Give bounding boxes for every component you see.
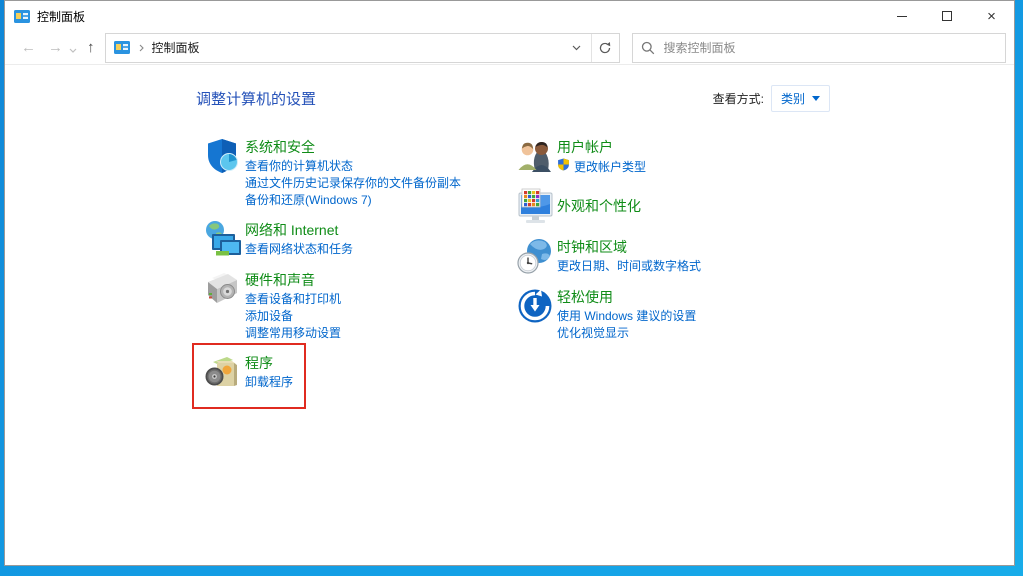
- back-button[interactable]: ←: [15, 39, 42, 56]
- control-panel-icon: [14, 10, 30, 23]
- window-title: 控制面板: [37, 8, 85, 25]
- link-uninstall-program[interactable]: 卸载程序: [245, 374, 293, 391]
- category-title-ease-of-access[interactable]: 轻松使用: [557, 288, 696, 306]
- view-by-value: 类别: [781, 90, 805, 107]
- category-title-hardware-sound[interactable]: 硬件和声音: [245, 271, 341, 289]
- forward-button[interactable]: →: [42, 39, 69, 56]
- category-title-appearance-personalization[interactable]: 外观和个性化: [557, 197, 641, 215]
- category-ease-of-access: 轻松使用 使用 Windows 建议的设置 优化视觉显示: [515, 286, 701, 342]
- clock-region-icon[interactable]: [515, 236, 555, 276]
- category-hardware-sound: 硬件和声音 查看设备和打印机 添加设备 调整常用移动设置: [203, 269, 508, 342]
- search-icon: [641, 41, 655, 55]
- category-appearance-personalization: 外观和个性化: [515, 186, 701, 226]
- programs-icon[interactable]: [203, 352, 243, 392]
- close-button[interactable]: ×: [969, 1, 1014, 31]
- view-by-dropdown[interactable]: 类别: [771, 85, 830, 112]
- category-title-network-internet[interactable]: 网络和 Internet: [245, 221, 353, 239]
- link-optimize-visual-display[interactable]: 优化视觉显示: [557, 325, 696, 342]
- link-backup-restore-win7[interactable]: 备份和还原(Windows 7): [245, 192, 461, 209]
- link-label: 更改帐户类型: [574, 159, 646, 176]
- category-programs: 程序 卸载程序: [203, 352, 508, 392]
- search-input[interactable]: [664, 41, 998, 55]
- view-by-label: 查看方式:: [713, 90, 764, 107]
- minimize-icon: [897, 16, 907, 17]
- address-box[interactable]: 控制面板: [105, 33, 620, 63]
- appearance-personalization-icon[interactable]: [515, 186, 555, 226]
- up-button[interactable]: ↑: [81, 39, 101, 56]
- category-title-system-security[interactable]: 系统和安全: [245, 138, 461, 156]
- category-title-user-accounts[interactable]: 用户帐户: [557, 138, 646, 156]
- category-clock-region: 时钟和区域 更改日期、时间或数字格式: [515, 236, 701, 276]
- view-by: 查看方式: 类别: [713, 85, 830, 112]
- category-user-accounts: 用户帐户 更改帐户类型: [515, 136, 701, 176]
- left-column: 系统和安全 查看你的计算机状态 通过文件历史记录保存你的文件备份副本 备份和还原…: [196, 136, 508, 402]
- recent-pages-chevron-icon[interactable]: [69, 40, 77, 58]
- page-title: 调整计算机的设置: [196, 88, 316, 109]
- chevron-right-icon: [139, 44, 144, 52]
- category-system-security: 系统和安全 查看你的计算机状态 通过文件历史记录保存你的文件备份副本 备份和还原…: [203, 136, 508, 209]
- title-bar: 控制面板 ×: [5, 1, 1014, 31]
- breadcrumb[interactable]: 控制面板: [106, 39, 563, 56]
- address-dropdown-chevron-icon[interactable]: [563, 34, 591, 62]
- control-panel-window: 控制面板 × ← → ↑ 控制面板: [4, 0, 1015, 566]
- link-review-computer-status[interactable]: 查看你的计算机状态: [245, 158, 461, 175]
- content-header: 调整计算机的设置 查看方式: 类别: [196, 85, 830, 112]
- chevron-down-icon: [812, 96, 820, 101]
- content-area: 调整计算机的设置 查看方式: 类别: [5, 65, 1014, 565]
- link-change-date-time-formats[interactable]: 更改日期、时间或数字格式: [557, 258, 701, 275]
- control-panel-icon: [114, 41, 130, 54]
- search-box[interactable]: [632, 33, 1007, 63]
- refresh-icon[interactable]: [591, 34, 619, 62]
- right-column: 用户帐户 更改帐户类型: [508, 136, 701, 402]
- link-change-account-type[interactable]: 更改帐户类型: [557, 158, 646, 176]
- link-network-status-tasks[interactable]: 查看网络状态和任务: [245, 241, 353, 258]
- address-bar: ← → ↑ 控制面板: [5, 31, 1014, 65]
- link-add-device[interactable]: 添加设备: [245, 308, 341, 325]
- ease-of-access-icon[interactable]: [515, 286, 555, 326]
- link-file-history-backup[interactable]: 通过文件历史记录保存你的文件备份副本: [245, 175, 461, 192]
- category-title-programs[interactable]: 程序: [245, 354, 293, 372]
- link-windows-suggest-settings[interactable]: 使用 Windows 建议的设置: [557, 308, 696, 325]
- system-security-icon[interactable]: [203, 136, 243, 176]
- hardware-sound-icon[interactable]: [203, 269, 243, 309]
- network-internet-icon[interactable]: [203, 219, 243, 259]
- maximize-icon: [942, 11, 952, 21]
- breadcrumb-item-control-panel[interactable]: 控制面板: [152, 39, 200, 56]
- category-columns: 系统和安全 查看你的计算机状态 通过文件历史记录保存你的文件备份副本 备份和还原…: [196, 136, 1014, 402]
- category-network-internet: 网络和 Internet 查看网络状态和任务: [203, 219, 508, 259]
- maximize-button[interactable]: [924, 1, 969, 31]
- minimize-button[interactable]: [879, 1, 924, 31]
- link-devices-printers[interactable]: 查看设备和打印机: [245, 291, 341, 308]
- close-icon: ×: [987, 9, 996, 24]
- link-mobility-settings[interactable]: 调整常用移动设置: [245, 325, 341, 342]
- category-title-clock-region[interactable]: 时钟和区域: [557, 238, 701, 256]
- uac-shield-icon: [557, 158, 570, 176]
- user-accounts-icon[interactable]: [515, 136, 555, 176]
